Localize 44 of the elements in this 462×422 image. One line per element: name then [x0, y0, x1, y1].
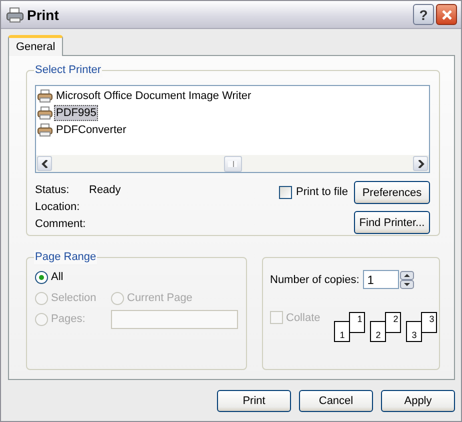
horizontal-scrollbar[interactable]: [36, 155, 429, 172]
dialog-button[interactable]: Apply: [381, 390, 455, 412]
info-label: Location:: [35, 201, 81, 213]
radio-label: Selection: [51, 292, 96, 304]
close-button[interactable]: [436, 4, 457, 25]
close-icon[interactable]: [440, 8, 452, 20]
page-icon: 3: [421, 312, 438, 333]
printer-icon: [37, 88, 53, 102]
info-label: Status:: [35, 184, 70, 196]
printer-item[interactable]: PDFConverter: [54, 122, 128, 138]
window-title: Print: [27, 6, 59, 22]
radio-label: Current Page: [127, 292, 192, 304]
printer-icon: [6, 6, 24, 22]
checkbox-label: Collate: [286, 312, 320, 324]
help-button[interactable]: ?: [413, 4, 434, 25]
checkbox[interactable]: [279, 186, 292, 199]
page-icon: 1: [334, 321, 350, 342]
tab[interactable]: General: [8, 35, 64, 56]
page-icon: 1: [349, 312, 366, 333]
printer-icon: [37, 106, 53, 120]
group-title: Page Range: [34, 250, 98, 264]
dialog-button[interactable]: Cancel: [299, 390, 373, 412]
copies-field[interactable]: 1: [363, 270, 400, 289]
dialog-button[interactable]: Find Printer...: [354, 211, 430, 234]
spin-arrows-icon[interactable]: [400, 270, 416, 288]
page-icon: 2: [370, 321, 386, 342]
printer-list[interactable]: Microsoft Office Document Image Writer PDF995 PDFConverter: [35, 85, 430, 173]
page-icon: 3: [406, 321, 422, 342]
dialog-button[interactable]: Preferences: [354, 181, 430, 204]
scroll-right-icon[interactable]: [413, 156, 428, 171]
printer-item[interactable]: PDF995: [54, 104, 98, 120]
printer-icon: [37, 122, 53, 136]
scroll-thumb[interactable]: [224, 156, 242, 172]
radio-label: Pages:: [51, 313, 86, 325]
dialog-button[interactable]: Print: [217, 390, 291, 412]
checkbox-label: Print to file: [296, 186, 348, 198]
copies-label: Number of copies:: [270, 274, 360, 286]
info-value: Ready: [89, 184, 121, 196]
printer-item[interactable]: Microsoft Office Document Image Writer: [54, 88, 254, 104]
page-icon: 2: [385, 312, 402, 333]
radio-button[interactable]: [35, 270, 48, 284]
info-label: Comment:: [35, 218, 87, 230]
scroll-left-icon[interactable]: [37, 156, 52, 171]
radio-label: All: [51, 271, 64, 283]
